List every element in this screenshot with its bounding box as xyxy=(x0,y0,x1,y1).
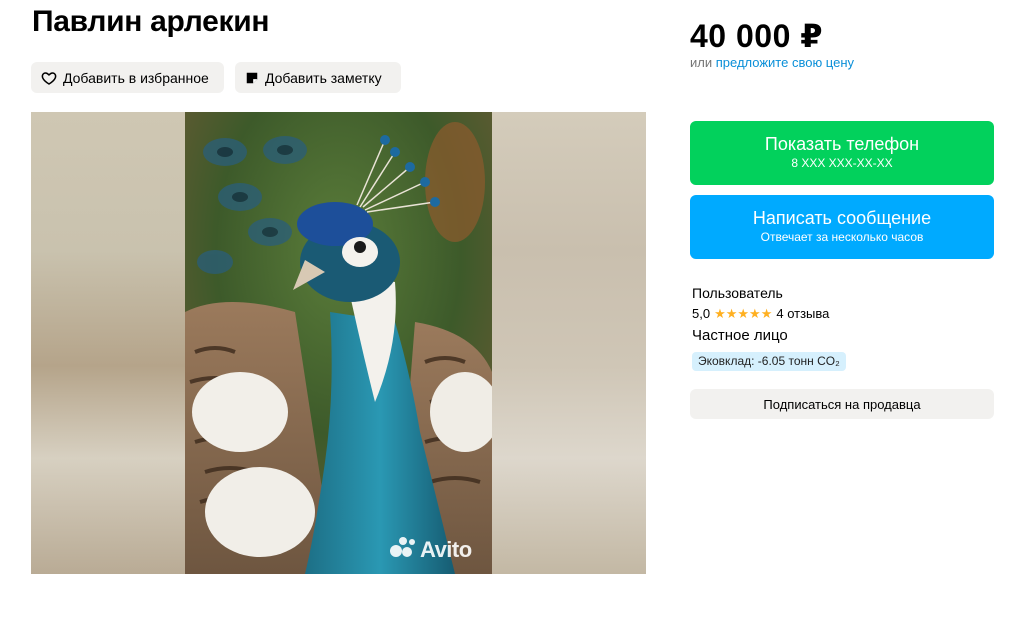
response-time: Отвечает за несколько часов xyxy=(760,230,924,244)
price: 40 000 ₽ xyxy=(690,18,824,54)
watermark-text: Avito xyxy=(420,537,472,562)
reviews-count[interactable]: 4 отзыва xyxy=(776,304,829,324)
add-note-label: Добавить заметку xyxy=(265,69,382,86)
price-offer: или предложите свою цену xyxy=(690,55,854,70)
show-phone-button[interactable]: Показать телефон 8 XXX XXX-XX-XX xyxy=(690,121,994,185)
seller-type: Частное лицо xyxy=(692,327,788,344)
seller-info: Пользователь 5,0 ★★★★★ 4 отзыва Частное … xyxy=(692,283,829,346)
offer-prefix: или xyxy=(690,55,713,70)
page-title: Павлин арлекин xyxy=(32,5,270,38)
rating-value: 5,0 xyxy=(692,306,711,321)
photo-gallery[interactable]: Avito xyxy=(31,112,646,574)
eco-contribution-badge[interactable]: Эковклад: -6.05 тонн CO₂ xyxy=(692,352,846,371)
offer-price-link[interactable]: предложите свою цену xyxy=(716,55,854,70)
listing-photo[interactable] xyxy=(185,112,492,574)
add-to-favorites-button[interactable]: Добавить в избранное xyxy=(31,62,224,93)
rating-stars: ★★★★★ xyxy=(714,306,773,321)
masked-phone: 8 XXX XXX-XX-XX xyxy=(791,156,893,170)
avito-watermark: Avito xyxy=(390,536,472,564)
add-to-favorites-label: Добавить в избранное xyxy=(63,69,209,86)
add-note-button[interactable]: Добавить заметку xyxy=(235,62,401,93)
avito-logo-icon xyxy=(390,536,416,564)
seller-name[interactable]: Пользователь xyxy=(692,283,829,303)
write-message-label: Написать сообщение xyxy=(752,208,932,228)
write-message-button[interactable]: Написать сообщение Отвечает за несколько… xyxy=(690,195,994,259)
note-icon xyxy=(245,71,259,85)
heart-icon xyxy=(41,70,57,86)
subscribe-seller-button[interactable]: Подписаться на продавца xyxy=(690,389,994,419)
seller-rating[interactable]: 5,0 ★★★★★ 4 отзыва xyxy=(692,304,829,324)
show-phone-label: Показать телефон xyxy=(764,134,920,154)
